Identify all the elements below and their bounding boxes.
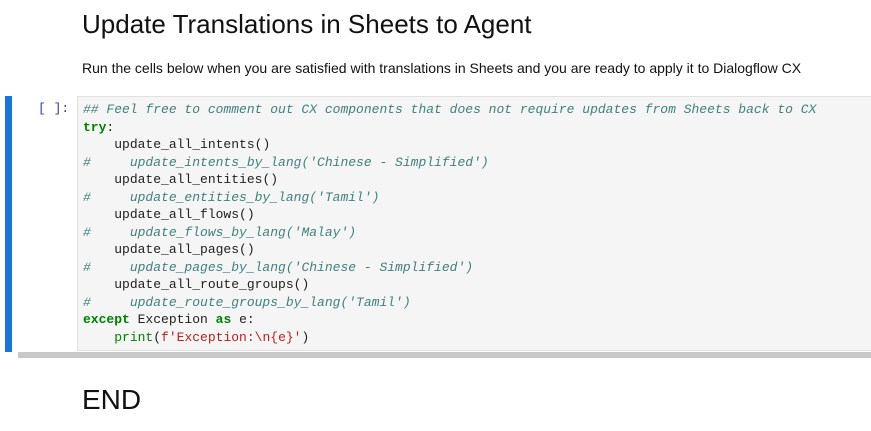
markdown-description: Run the cells below when you are satisfi…	[82, 60, 802, 76]
code-line-3: update_all_intents()	[114, 137, 271, 152]
code-line-4: # update_intents_by_lang('Chinese - Simp…	[83, 155, 489, 170]
code-line-11: update_all_route_groups()	[114, 277, 310, 292]
cell-selection-bar[interactable]	[5, 96, 12, 352]
code-line-6: # update_entities_by_lang('Tamil')	[83, 190, 380, 205]
code-line-9: update_all_pages()	[114, 242, 255, 257]
code-line-1: ## Feel free to comment out CX component…	[83, 102, 817, 117]
code-line-12: # update_route_groups_by_lang('Tamil')	[83, 295, 411, 310]
code-line-7: update_all_flows()	[114, 207, 255, 222]
code-line-13: except Exception as e:	[83, 312, 255, 327]
horizontal-scrollbar[interactable]	[18, 352, 871, 358]
code-line-2: try:	[83, 120, 115, 135]
code-line-14: print(f'Exception:\n{e}')	[114, 330, 310, 345]
markdown-title: Update Translations in Sheets to Agent	[82, 9, 532, 39]
code-line-8: # update_flows_by_lang('Malay')	[83, 225, 357, 240]
end-heading: END	[82, 384, 142, 415]
code-line-5: update_all_entities()	[114, 172, 279, 187]
cell-prompt: [ ]:	[38, 101, 70, 116]
code-line-10: # update_pages_by_lang('Chinese - Simpli…	[83, 260, 474, 275]
code-editor[interactable]: ## Feel free to comment out CX component…	[77, 96, 871, 351]
